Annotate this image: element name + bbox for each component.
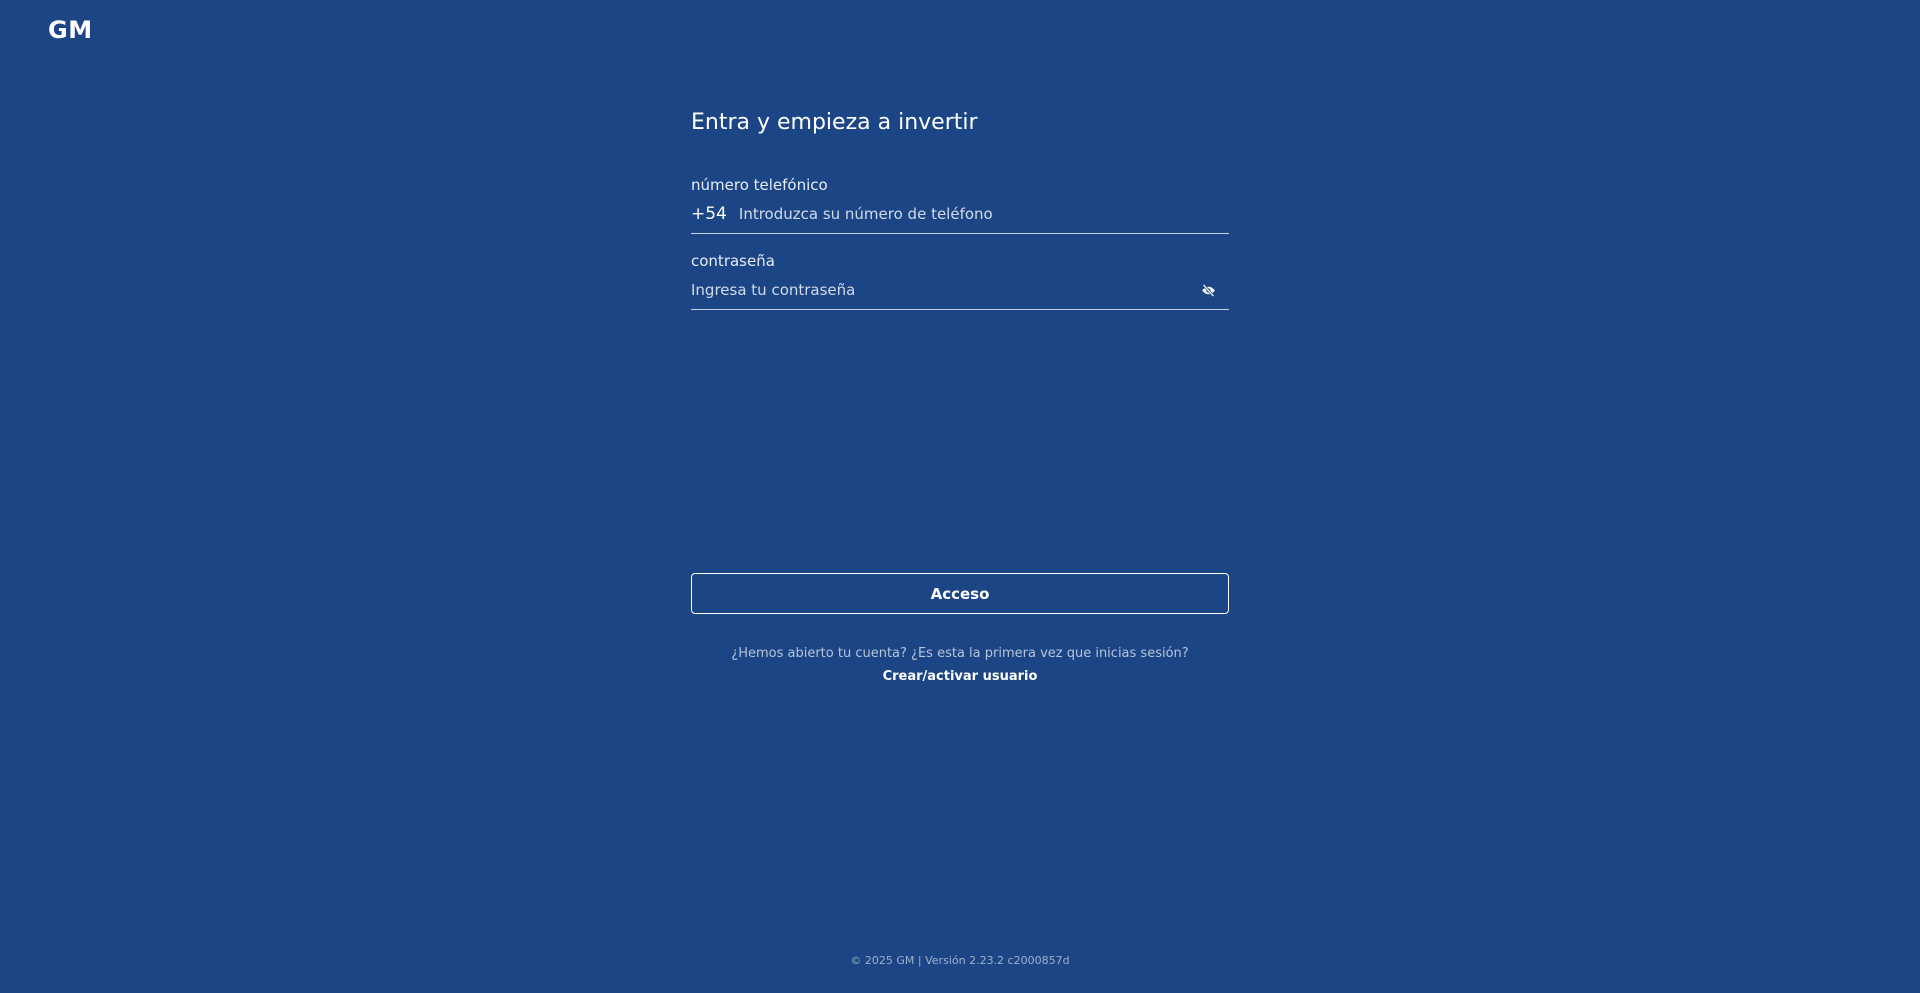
password-input[interactable]	[691, 271, 1197, 309]
password-field	[691, 271, 1229, 310]
login-form: Entra y empieza a invertir número telefó…	[691, 108, 1229, 310]
password-label: contraseña	[691, 252, 775, 270]
footer-version: © 2025 GM | Versión 2.23.2 c2000857d	[850, 954, 1070, 967]
phone-field: +54	[691, 195, 1229, 234]
page-title: Entra y empieza a invertir	[691, 110, 978, 135]
country-code-prefix[interactable]: +54	[691, 204, 727, 224]
logo: GM	[48, 16, 93, 44]
help-section: ¿Hemos abierto tu cuenta? ¿Es esta la pr…	[691, 644, 1229, 687]
help-text: ¿Hemos abierto tu cuenta? ¿Es esta la pr…	[731, 646, 1189, 661]
login-page: GM Entra y empieza a invertir número tel…	[0, 0, 1920, 993]
login-button[interactable]: Acceso	[691, 573, 1229, 614]
eye-slash-icon	[1201, 283, 1215, 297]
phone-input[interactable]	[738, 195, 1229, 233]
toggle-password-visibility-button[interactable]	[1197, 279, 1219, 301]
create-activate-user-link[interactable]: Crear/activar usuario	[883, 667, 1038, 687]
phone-label: número telefónico	[691, 176, 828, 194]
